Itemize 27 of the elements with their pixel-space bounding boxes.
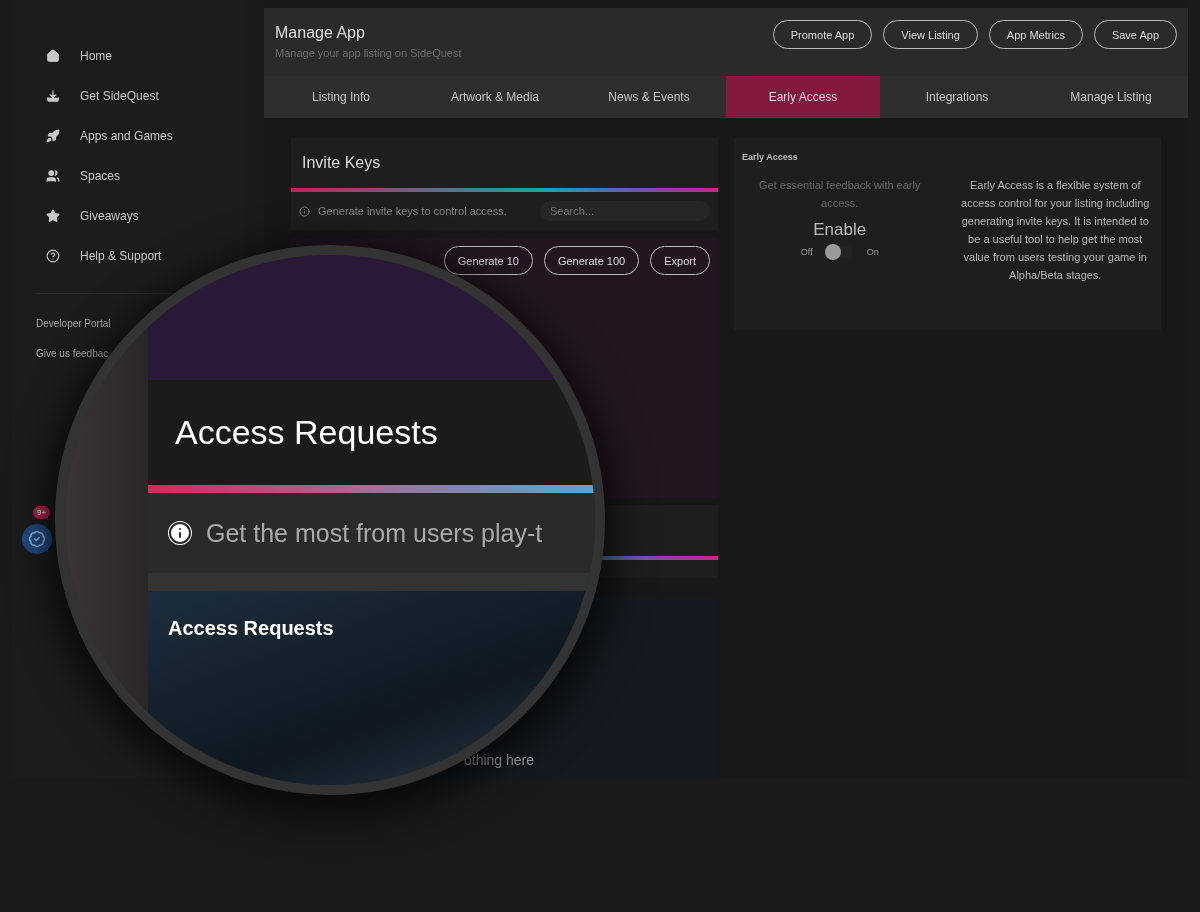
sidebar-item[interactable]: Apps and Games	[46, 116, 173, 156]
card-title: Invite Keys	[302, 154, 381, 172]
tab[interactable]: Artwork & Media	[418, 76, 572, 118]
magnified-section-title: Access Requests	[168, 617, 335, 640]
tab[interactable]: Early Access	[726, 76, 880, 118]
tab[interactable]: Listing Info	[264, 76, 418, 118]
on-label: On	[866, 247, 879, 257]
card-title: Early Access	[742, 152, 799, 162]
off-label: Off	[800, 247, 813, 257]
description-text: Early Access is a flexible system of access control for your listing including generating invite keys. It is intended to be a useful tool to help get the most value from users testing your game in Alpha/Beta stages.	[960, 178, 1151, 283]
page-subtitle: Manage your app listing on SideQuest	[275, 47, 462, 59]
page-title: Manage App	[275, 24, 366, 42]
tagline-text: Get essential feedback with early access.	[758, 178, 922, 211]
enable-label: Enable	[813, 220, 867, 240]
empty-text: othing here	[464, 752, 535, 768]
info-text: Generate invite keys to control access.	[318, 205, 507, 217]
tab[interactable]: Integrations	[880, 76, 1034, 118]
sidebar-item[interactable]: Spaces	[46, 156, 121, 196]
tab[interactable]: News & Events	[572, 76, 726, 118]
sidebar-item[interactable]: Giveaways	[46, 196, 139, 236]
magnified-title: Access Requests	[175, 413, 438, 452]
magnified-info-text: Get the most from users play-t	[206, 518, 543, 548]
notification-badge: 9+	[33, 506, 51, 519]
sidebar-item[interactable]: Get SideQuest	[46, 76, 159, 116]
tab[interactable]: Manage Listing	[1034, 76, 1188, 118]
sidebar-item[interactable]: Home	[46, 36, 112, 76]
search-field[interactable]: Search...	[540, 201, 710, 221]
